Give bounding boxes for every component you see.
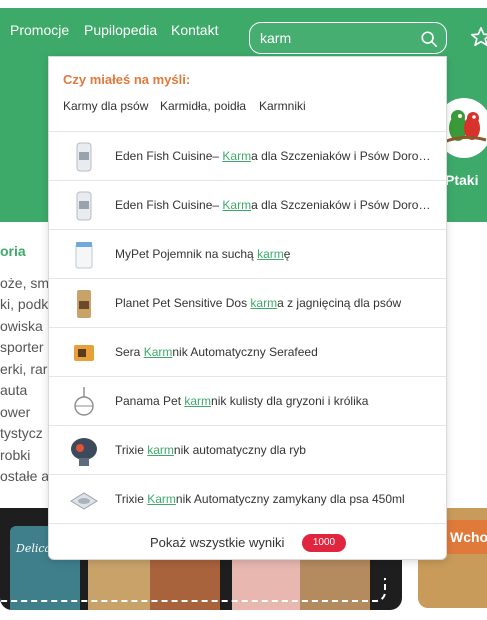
favorites-star-icon[interactable] xyxy=(470,26,487,48)
result-title: Trixie karmnik automatyczny dla ryb xyxy=(115,443,306,457)
result-title: Panama Pet karmnik kulisty dla gryzoni i… xyxy=(115,394,369,408)
promo-dashed-border xyxy=(0,578,386,602)
product-thumbnail xyxy=(74,345,94,361)
result-title: Sera Karmnik Automatyczny Serafeed xyxy=(115,345,318,359)
category-item[interactable]: ostałe a xyxy=(0,468,49,484)
search-input[interactable] xyxy=(260,23,410,53)
suggestions-heading: Czy miałeś na myśli: xyxy=(63,72,191,87)
nav-link-kontakt[interactable]: Kontakt xyxy=(171,22,218,38)
result-title: Eden Fish Cuisine– Karma dla Szczeniaków… xyxy=(115,149,435,163)
show-all-results-link[interactable]: Pokaż wszystkie wyniki xyxy=(150,535,284,550)
category-item[interactable]: ki, podk xyxy=(0,296,48,312)
product-thumbnail xyxy=(76,142,92,172)
search-icon[interactable] xyxy=(420,30,438,48)
category-item[interactable]: tystycz xyxy=(0,425,43,441)
result-title: Planet Pet Sensitive Dos karma z jagnięc… xyxy=(115,296,402,310)
product-thumbnail xyxy=(74,387,94,416)
nav-link-promocje[interactable]: Promocje xyxy=(10,22,69,38)
search-box xyxy=(249,22,447,54)
divider xyxy=(49,523,446,524)
search-result-item[interactable]: Eden Fish Cuisine– Karma dla Szczeniaków… xyxy=(49,181,446,230)
search-suggestions-dropdown: Czy miałeś na myśli: Karmy dla psów Karm… xyxy=(48,56,447,560)
search-result-item[interactable]: Trixie Karmnik Automatyczny zamykany dla… xyxy=(49,475,446,524)
suggestion-karmidla-poidla[interactable]: Karmidła, poidła xyxy=(160,99,246,113)
category-label-ptaki[interactable]: Ptaki xyxy=(445,172,478,188)
search-result-item[interactable]: Planet Pet Sensitive Dos karma z jagnięc… xyxy=(49,279,446,328)
product-thumbnail xyxy=(75,242,93,269)
product-thumbnail xyxy=(70,492,98,510)
search-result-item[interactable]: Sera Karmnik Automatyczny Serafeed xyxy=(49,328,446,377)
results-count-badge: 1000 xyxy=(302,534,346,552)
result-title: MyPet Pojemnik na suchą karmę xyxy=(115,247,291,261)
category-item[interactable]: oże, sm xyxy=(0,275,49,291)
search-result-item[interactable]: Eden Fish Cuisine– Karma dla Szczeniaków… xyxy=(49,132,446,181)
category-item[interactable]: ower xyxy=(0,404,30,420)
promo-cta-button[interactable]: Wcho xyxy=(444,520,487,554)
result-title: Trixie Karmnik Automatyczny zamykany dla… xyxy=(115,492,405,506)
search-result-item[interactable]: Panama Pet karmnik kulisty dla gryzoni i… xyxy=(49,377,446,426)
nav-link-pupilopedia[interactable]: Pupilopedia xyxy=(84,22,157,38)
category-item[interactable]: sporter xyxy=(0,339,44,355)
category-item[interactable]: auta xyxy=(0,382,27,398)
result-title: Eden Fish Cuisine– Karma dla Szczeniaków… xyxy=(115,198,435,212)
search-result-item[interactable]: Trixie karmnik automatyczny dla ryb xyxy=(49,426,446,475)
category-heading: oria xyxy=(0,243,26,259)
category-item[interactable]: erki, rar xyxy=(0,361,47,377)
search-result-item[interactable]: MyPet Pojemnik na suchą karmę xyxy=(49,230,446,279)
product-thumbnail xyxy=(77,290,91,318)
suggestion-karmy-dla-psow[interactable]: Karmy dla psów xyxy=(63,99,148,113)
category-item[interactable]: robki xyxy=(0,447,30,463)
product-thumbnail xyxy=(71,438,97,466)
category-item[interactable]: owiska xyxy=(0,318,43,334)
suggestion-karmniki[interactable]: Karmniki xyxy=(259,99,306,113)
product-thumbnail xyxy=(76,191,92,221)
